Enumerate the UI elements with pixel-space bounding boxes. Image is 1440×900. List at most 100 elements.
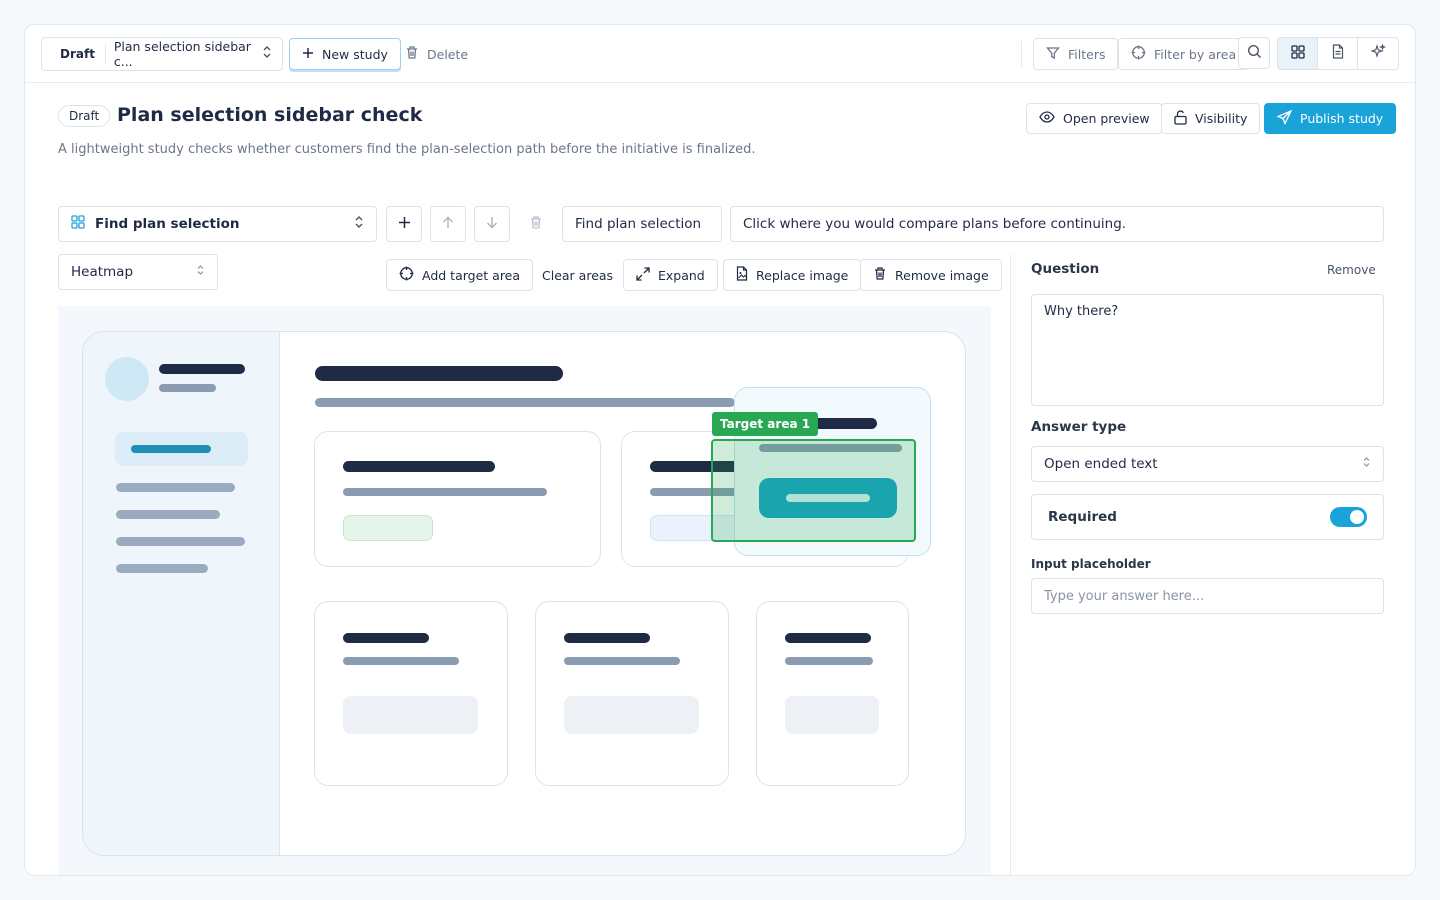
mock-card-text [564, 657, 680, 665]
arrow-up-icon [442, 216, 454, 233]
new-study-label: New study [322, 46, 388, 62]
mock-card-title [564, 633, 650, 643]
mock-card-placeholder [564, 696, 699, 734]
filters-button[interactable]: Filters [1033, 38, 1119, 70]
mock-feature-card [535, 601, 729, 786]
question-value: Why there? [1044, 304, 1119, 319]
mock-card-text [343, 657, 459, 665]
placeholder-value: Type your answer here... [1044, 588, 1205, 604]
answer-type-select[interactable]: Open ended text [1031, 446, 1384, 482]
delete-button[interactable]: Delete [393, 38, 480, 70]
toggle-knob [1350, 510, 1364, 524]
document-icon [1332, 44, 1344, 63]
expand-button[interactable]: Expand [623, 259, 718, 291]
new-study-button[interactable]: New study [289, 38, 401, 70]
remove-question-button[interactable]: Remove [1327, 263, 1376, 277]
crosshair-icon [399, 266, 414, 284]
clear-areas-button[interactable]: Clear areas [530, 259, 625, 291]
mock-card-tag [343, 515, 433, 541]
replace-image-label: Replace image [756, 267, 849, 283]
answer-type-label: Answer type [1031, 419, 1127, 435]
grid-icon [1290, 44, 1305, 63]
task-select-label: Find plan selection [95, 216, 240, 232]
mode-select[interactable]: Heatmap [58, 254, 218, 290]
ai-view-button[interactable] [1358, 38, 1398, 69]
mock-card-placeholder [343, 696, 478, 734]
mock-sidebar-item [116, 537, 245, 546]
mock-screen [82, 331, 966, 856]
image-file-icon [736, 266, 748, 284]
study-select[interactable]: Draft Plan selection sidebar c... [41, 37, 283, 71]
trash-icon [529, 215, 543, 234]
filter-icon [1046, 46, 1060, 63]
mock-avatar [105, 357, 149, 401]
mock-sidebar-title [159, 364, 245, 374]
task-prompt-input[interactable]: Click where you would compare plans befo… [730, 206, 1384, 242]
trash-icon [405, 45, 419, 63]
mock-plan-card [314, 431, 601, 567]
required-label: Required [1048, 509, 1117, 525]
add-target-area-label: Add target area [422, 267, 521, 283]
mock-sidebar-subtitle [159, 384, 216, 392]
task-name-input[interactable]: Find plan selection [562, 206, 722, 242]
target-area-label: Target area 1 [712, 412, 819, 436]
move-up-button[interactable] [430, 206, 466, 242]
page-title: Plan selection sidebar check [117, 104, 423, 126]
image-canvas[interactable]: Target area 1 [58, 306, 991, 875]
mock-card-placeholder [785, 696, 879, 734]
remove-image-button[interactable]: Remove image [860, 259, 1002, 291]
answer-type-value: Open ended text [1044, 456, 1158, 472]
sparkle-icon [1369, 43, 1386, 63]
grid-icon [71, 215, 85, 233]
question-label: Question [1031, 261, 1100, 277]
target-area[interactable] [711, 439, 916, 542]
add-task-button[interactable] [386, 206, 422, 242]
expand-icon [636, 266, 650, 284]
study-select-label: Plan selection sidebar c... [113, 39, 251, 69]
visibility-button[interactable]: Visibility [1161, 103, 1261, 134]
arrow-down-icon [486, 216, 498, 233]
view-switcher [1277, 37, 1399, 70]
app-window: Draft Plan selection sidebar c... New st… [24, 24, 1416, 876]
chevron-updown-icon [262, 45, 272, 63]
draft-badge: Draft [60, 47, 95, 61]
mock-sidebar-item [116, 564, 208, 573]
filter-by-area-label: Filter by area [1154, 46, 1237, 62]
chevron-updown-icon [354, 215, 364, 233]
document-view-button[interactable] [1318, 38, 1358, 69]
replace-image-button[interactable]: Replace image [723, 259, 862, 291]
publish-study-button[interactable]: Publish study [1264, 103, 1397, 134]
open-preview-button[interactable]: Open preview [1026, 103, 1163, 134]
delete-task-button[interactable] [518, 206, 554, 242]
filter-by-area-button[interactable]: Filter by area [1118, 38, 1250, 70]
page-description: A lightweight study checks whether custo… [58, 142, 756, 157]
grid-view-button[interactable] [1278, 38, 1318, 69]
unlock-icon [1174, 109, 1187, 128]
delete-label: Delete [427, 46, 469, 62]
expand-label: Expand [658, 267, 705, 283]
target-area-label-text: Target area 1 [720, 417, 811, 431]
plus-icon [302, 47, 314, 62]
filters-label: Filters [1068, 46, 1106, 62]
mock-heading [315, 366, 563, 381]
add-target-area-button[interactable]: Add target area [386, 259, 534, 291]
placeholder-input[interactable]: Type your answer here... [1031, 578, 1384, 614]
visibility-label: Visibility [1195, 111, 1248, 126]
mock-card-title [343, 633, 429, 643]
question-textarea[interactable]: Why there? [1031, 294, 1384, 406]
mock-feature-card [314, 601, 508, 786]
move-down-button[interactable] [474, 206, 510, 242]
task-prompt-value: Click where you would compare plans befo… [743, 216, 1127, 232]
required-toggle[interactable] [1330, 507, 1367, 527]
send-icon [1276, 109, 1293, 128]
crosshair-icon [1131, 45, 1146, 63]
task-select[interactable]: Find plan selection [58, 206, 377, 242]
header-draft-badge: Draft [58, 105, 111, 127]
search-button[interactable] [1238, 37, 1270, 69]
search-icon [1247, 44, 1262, 63]
mock-feature-card [756, 601, 909, 786]
toolbar-divider [1021, 41, 1022, 67]
panel-divider [1010, 254, 1011, 875]
chevron-updown-icon [196, 264, 205, 280]
mock-sidebar-active-bar [131, 445, 211, 453]
